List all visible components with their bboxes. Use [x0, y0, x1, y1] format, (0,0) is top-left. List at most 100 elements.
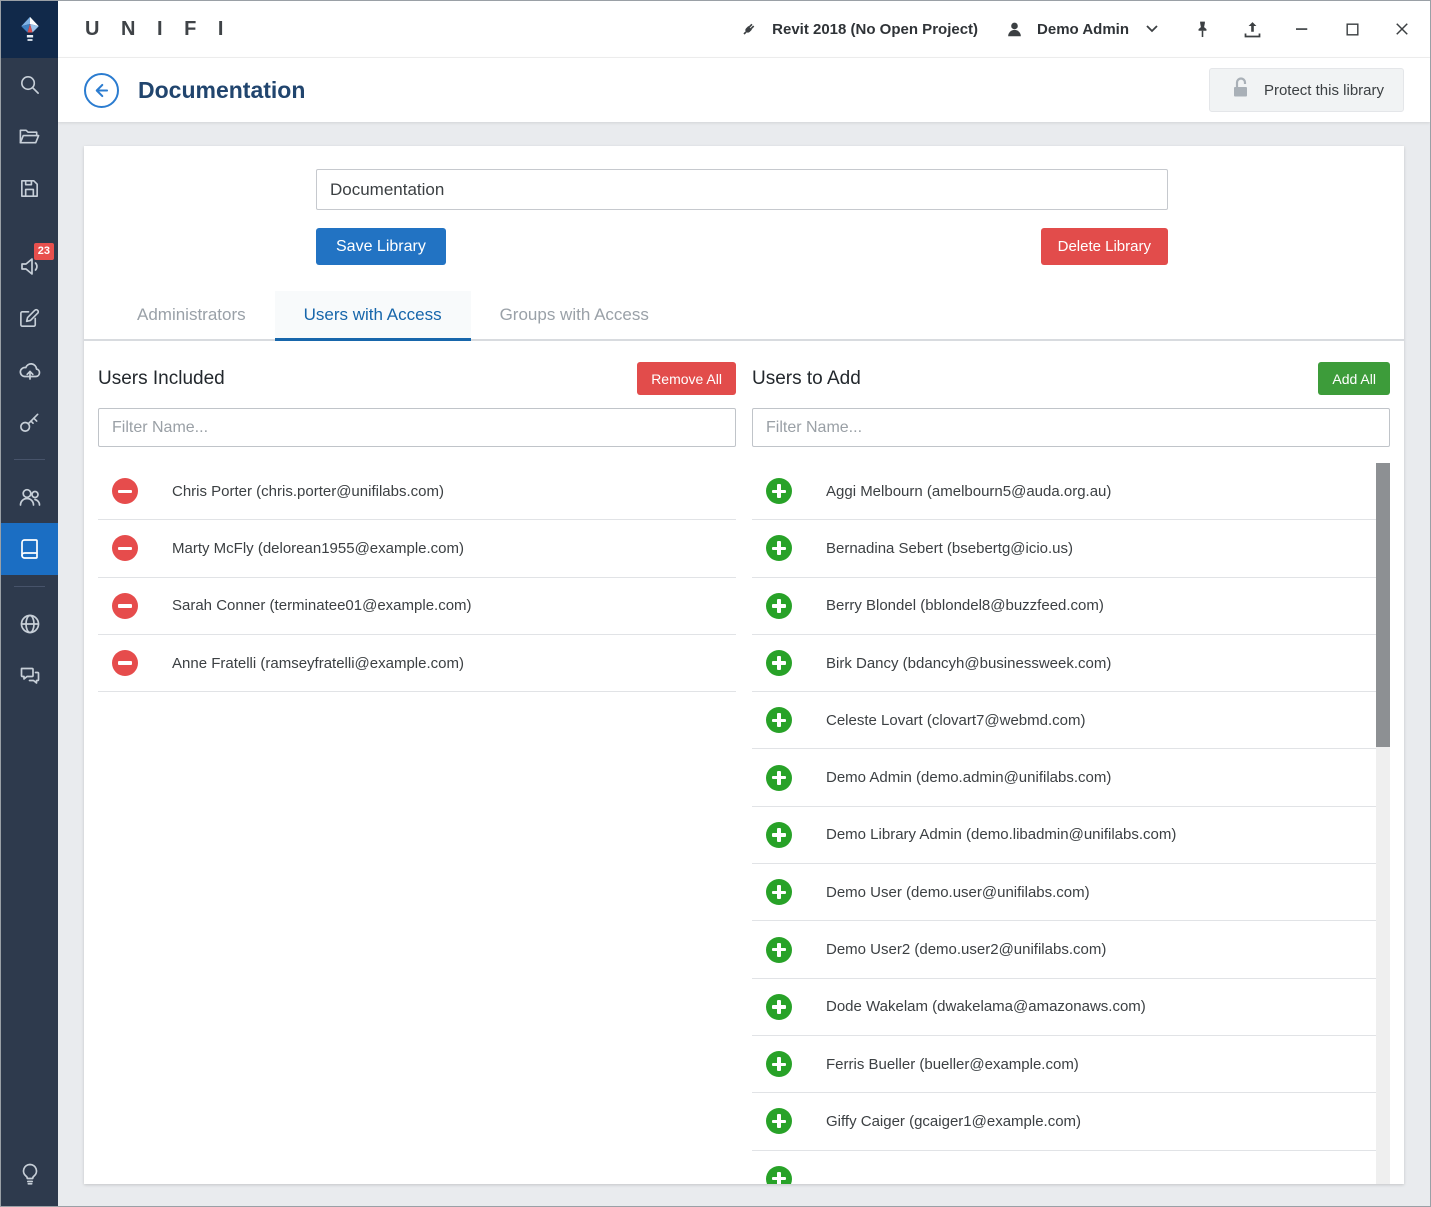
content-area: Save Library Delete Library Administrato…: [58, 122, 1430, 1206]
remove-user-icon[interactable]: [112, 592, 138, 619]
user-row: Giffy Caiger (gcaiger1@example.com): [752, 1093, 1390, 1151]
save-library-button[interactable]: Save Library: [316, 228, 446, 265]
user-label: Celeste Lovart (clovart7@webmd.com): [826, 711, 1086, 729]
app-name: U N I F I: [85, 17, 232, 40]
library-card: Save Library Delete Library Administrato…: [84, 146, 1404, 1184]
remove-all-button[interactable]: Remove All: [637, 362, 736, 395]
sidebar-divider: [14, 586, 45, 587]
close-icon[interactable]: [1388, 15, 1416, 43]
remove-user-icon[interactable]: [112, 650, 138, 677]
add-user-icon[interactable]: [766, 707, 792, 734]
protect-library-label: Protect this library: [1263, 81, 1384, 99]
add-user-icon[interactable]: [766, 821, 792, 848]
revit-status-label: Revit 2018 (No Open Project): [772, 20, 979, 38]
user-row: Demo Library Admin (demo.libadmin@unifil…: [752, 807, 1390, 865]
page-header: Documentation Protect this library: [58, 58, 1430, 122]
user-label: Demo Library Admin (demo.libadmin@unifil…: [826, 826, 1177, 844]
users-included-list: Chris Porter (chris.porter@unifilabs.com…: [98, 463, 736, 1184]
upload-icon[interactable]: [1238, 15, 1266, 43]
page-title: Documentation: [138, 76, 306, 103]
tab-administrators[interactable]: Administrators: [108, 291, 275, 341]
add-user-icon[interactable]: [766, 592, 792, 619]
user-label: Demo User (demo.user@unifilabs.com): [826, 883, 1090, 901]
user-label: Birk Dancy (bdancyh@businessweek.com): [826, 654, 1112, 672]
user-menu[interactable]: Demo Admin: [1000, 15, 1166, 43]
user-row: Dode Wakelam (dwakelama@amazonaws.com): [752, 979, 1390, 1036]
edit-icon[interactable]: [1, 292, 58, 344]
add-user-icon[interactable]: [766, 478, 792, 505]
save-icon[interactable]: [1, 162, 58, 214]
user-label: Bernadina Sebert (bsebertg@icio.us): [826, 539, 1074, 557]
unifi-window: 23 U N I F I Revit 2018 (No Open Project…: [0, 0, 1431, 1207]
user-label: Demo User2 (demo.user2@unifilabs.com): [826, 941, 1107, 959]
user-label: Sarah Conner (terminatee01@example.com): [172, 597, 472, 615]
users-icon[interactable]: [1, 471, 58, 523]
minimize-icon[interactable]: [1288, 15, 1316, 43]
megaphone-icon[interactable]: 23: [1, 240, 58, 292]
users-to-add-filter-input[interactable]: [752, 408, 1390, 447]
globe-icon[interactable]: [1, 598, 58, 650]
user-label: Chris Porter (chris.porter@unifilabs.com…: [172, 482, 444, 500]
add-user-icon[interactable]: [766, 993, 792, 1020]
delete-library-button[interactable]: Delete Library: [1040, 228, 1168, 265]
user-row: Marty McFly (delorean1955@example.com): [98, 520, 736, 578]
user-row: Anne Fratelli (ramseyfratelli@example.co…: [98, 635, 736, 693]
user-row: Demo Admin (demo.admin@unifilabs.com): [752, 749, 1390, 807]
chevron-down-icon: [1138, 15, 1166, 43]
lightbulb-icon[interactable]: [1, 1148, 58, 1200]
user-row: Birk Dancy (bdancyh@businessweek.com): [752, 635, 1390, 693]
add-user-icon[interactable]: [766, 879, 792, 906]
users-to-add-panel: Users to Add Add All Aggi Melbourn (amel: [752, 353, 1390, 1184]
cloud-upload-icon[interactable]: [1, 344, 58, 396]
library-name-input[interactable]: [316, 169, 1168, 210]
users-columns: Users Included Remove All Chris Porter (: [84, 341, 1404, 1184]
pin-icon[interactable]: [1188, 15, 1216, 43]
tab-groups-with-access[interactable]: Groups with Access: [471, 291, 678, 341]
user-row: Aggi Melbourn (amelbourn5@auda.org.au): [752, 463, 1390, 521]
user-label: Demo Admin (demo.admin@unifilabs.com): [826, 769, 1112, 787]
user-label: Anne Fratelli (ramseyfratelli@example.co…: [172, 654, 464, 672]
scrollbar[interactable]: [1376, 463, 1390, 1184]
tab-bar: Administrators Users with Access Groups …: [84, 291, 1404, 341]
unifi-logo: [1, 1, 58, 58]
remove-user-icon[interactable]: [112, 535, 138, 562]
user-label: Ferris Bueller (bueller@example.com): [826, 1055, 1079, 1073]
user-label: Dode Wakelam (dwakelama@amazonaws.com): [826, 998, 1146, 1016]
user-label: Giffy Caiger (gcaiger1@example.com): [826, 1112, 1082, 1130]
add-user-icon[interactable]: [766, 764, 792, 791]
back-button[interactable]: [84, 72, 119, 108]
users-included-title: Users Included: [98, 367, 225, 389]
add-user-icon[interactable]: [766, 1165, 792, 1184]
user-row: Demo User (demo.user@unifilabs.com): [752, 864, 1390, 922]
user-label: Marty McFly (delorean1955@example.com): [172, 539, 464, 557]
add-user-icon[interactable]: [766, 1108, 792, 1135]
user-icon: [1000, 15, 1028, 43]
add-user-icon[interactable]: [766, 936, 792, 963]
key-icon[interactable]: [1, 396, 58, 448]
remove-user-icon[interactable]: [112, 478, 138, 505]
user-row: Demo User2 (demo.user2@unifilabs.com): [752, 921, 1390, 979]
scrollbar-thumb[interactable]: [1376, 463, 1390, 747]
user-row: Berry Blondel (bblondel8@buzzfeed.com): [752, 578, 1390, 635]
add-all-button[interactable]: Add All: [1318, 362, 1390, 395]
add-user-icon[interactable]: [766, 1051, 792, 1078]
user-row: Celeste Lovart (clovart7@webmd.com): [752, 692, 1390, 750]
user-name-label: Demo Admin: [1037, 20, 1129, 38]
maximize-icon[interactable]: [1338, 15, 1366, 43]
users-to-add-title: Users to Add: [752, 367, 861, 389]
users-included-filter-input[interactable]: [98, 408, 736, 447]
user-row: Bernadina Sebert (bsebertg@icio.us): [752, 520, 1390, 578]
library-book-icon[interactable]: [1, 523, 58, 575]
search-icon[interactable]: [1, 58, 58, 110]
user-row: Sarah Conner (terminatee01@example.com): [98, 578, 736, 635]
chat-icon[interactable]: [1, 650, 58, 702]
revit-plugin-icon: [735, 15, 763, 43]
protect-library-button[interactable]: Protect this library: [1208, 68, 1404, 112]
tab-users-with-access[interactable]: Users with Access: [274, 291, 471, 341]
add-user-icon[interactable]: [766, 535, 792, 562]
library-form: Save Library Delete Library: [84, 146, 1404, 265]
notification-badge: 23: [33, 243, 54, 260]
add-user-icon[interactable]: [766, 650, 792, 677]
revit-status: Revit 2018 (No Open Project): [735, 15, 978, 43]
folder-open-icon[interactable]: [1, 110, 58, 162]
